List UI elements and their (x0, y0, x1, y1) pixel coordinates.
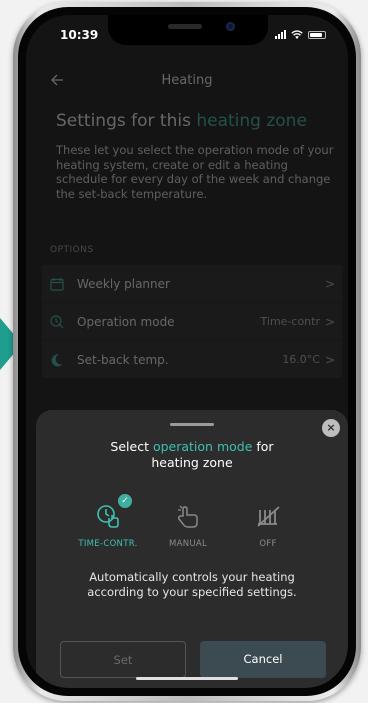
mode-label: MANUAL (168, 539, 208, 549)
option-label: Weekly planner (77, 276, 170, 291)
option-value: 16.0°C (282, 353, 320, 366)
check-icon: ✓ (118, 494, 132, 508)
battery-icon (308, 31, 326, 39)
page-title: Settings for this heating zone (56, 111, 307, 131)
hand-tap-icon (177, 505, 198, 528)
option-set-back-temp[interactable]: Set-back temp. 16.0°C > (42, 341, 342, 378)
clock-hand-icon (50, 314, 64, 328)
mode-manual[interactable]: MANUAL (148, 502, 228, 549)
sheet-title: Select operation mode for heating zone (36, 439, 348, 471)
front-camera (226, 22, 235, 31)
mode-label: TIME-CONTR. (78, 539, 138, 549)
options-list: Weekly planner > Operation mode Time-con… (42, 265, 342, 378)
status-bar: 10:39 (26, 15, 348, 55)
phone-screen: 10:39 Heating Settings for this heating … (26, 15, 348, 688)
sheet-title-line2: heating zone (151, 455, 233, 470)
options-heading: OPTIONS (50, 245, 94, 255)
option-weekly-planner[interactable]: Weekly planner > (42, 265, 342, 303)
home-indicator[interactable] (136, 677, 238, 680)
sheet-title-prefix: Select (110, 439, 153, 454)
chevron-right-icon: > (324, 276, 335, 291)
page-title-text: Settings for this (56, 111, 197, 131)
mode-label: OFF (259, 539, 277, 549)
option-value: Time-contr (260, 315, 320, 328)
page-title-highlight: heating zone (196, 111, 307, 131)
mode-description-line2: according to your specified settings. (87, 584, 297, 599)
moon-icon (51, 353, 63, 366)
chevron-right-icon: > (324, 352, 335, 367)
sheet-title-highlight: operation mode (152, 439, 253, 454)
page-intro: These let you select the operation mode … (56, 143, 334, 201)
nav-title: Heating (161, 73, 213, 88)
heating-off-icon (257, 506, 280, 527)
option-label: Set-back temp. (77, 352, 169, 367)
sheet-title-suffix: for (252, 439, 274, 454)
mode-description-line1: Automatically controls your heating (89, 570, 295, 584)
nav-bar: Heating (26, 67, 348, 95)
chevron-right-icon: > (324, 314, 335, 329)
operation-mode-sheet: × Select operation mode for heating zone … (36, 410, 348, 688)
status-time: 10:39 (60, 28, 99, 42)
mode-description: Automatically controls your heating accor… (36, 570, 348, 599)
calendar-icon (50, 277, 64, 291)
wifi-icon (291, 30, 303, 39)
mode-off[interactable]: OFF (228, 502, 308, 549)
sheet-grabber[interactable] (170, 423, 214, 426)
cellular-signal-icon (275, 30, 286, 39)
status-icons (275, 29, 326, 39)
clock-touch-icon (97, 505, 119, 528)
close-icon[interactable]: × (322, 419, 340, 437)
cancel-button[interactable]: Cancel (200, 641, 326, 678)
mode-selector: ✓ TIME-CONTR. MANUAL OFF (68, 494, 308, 562)
notch (108, 15, 268, 45)
mode-time-controlled[interactable]: ✓ TIME-CONTR. (68, 494, 148, 549)
option-label: Operation mode (77, 314, 175, 329)
option-operation-mode[interactable]: Operation mode Time-contr > (42, 303, 342, 341)
set-button[interactable]: Set (60, 641, 186, 678)
speaker-grille (168, 24, 202, 29)
